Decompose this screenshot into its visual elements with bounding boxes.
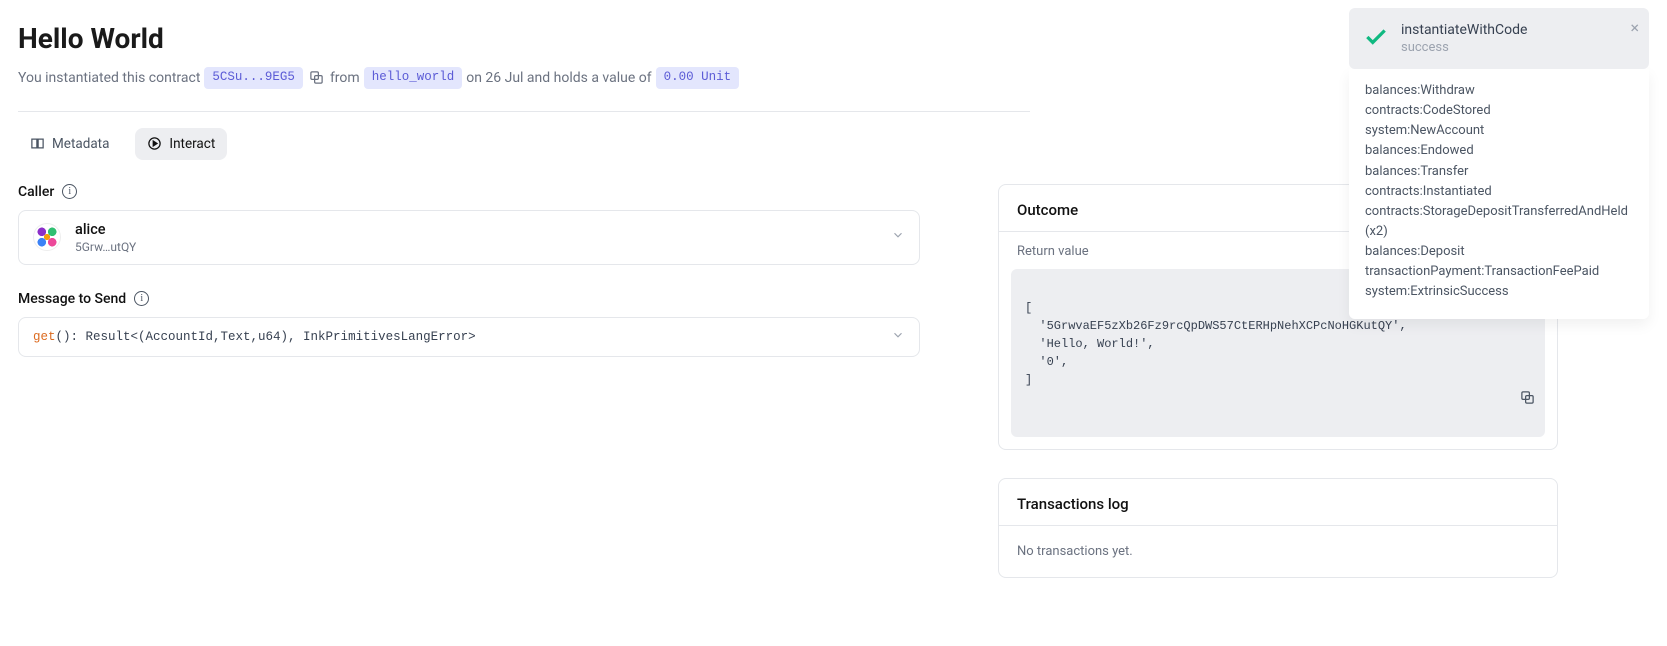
toast-event-item: balances:Transfer bbox=[1365, 162, 1633, 182]
check-icon bbox=[1363, 24, 1389, 54]
toast-notification: instantiateWithCode success × balances:W… bbox=[1349, 8, 1649, 319]
tab-metadata-label: Metadata bbox=[52, 136, 109, 152]
tab-metadata[interactable]: Metadata bbox=[18, 128, 121, 160]
message-label-text: Message to Send bbox=[18, 291, 126, 307]
copy-icon[interactable] bbox=[309, 70, 324, 85]
close-icon[interactable]: × bbox=[1630, 20, 1639, 36]
toast-event-item: balances:Deposit bbox=[1365, 242, 1633, 262]
book-icon bbox=[30, 136, 45, 151]
subline-date: on 26 Jul and holds a value of bbox=[466, 70, 651, 86]
toast-event-item: balances:Withdraw bbox=[1365, 81, 1633, 101]
chevron-down-icon bbox=[891, 228, 905, 246]
toast-title: instantiateWithCode bbox=[1401, 22, 1527, 38]
caller-label-text: Caller bbox=[18, 184, 54, 200]
toast-event-item: contracts:CodeStored bbox=[1365, 101, 1633, 121]
toast-event-item: balances:Endowed bbox=[1365, 141, 1633, 161]
message-dropdown[interactable]: get(): Result<(AccountId,Text,u64), InkP… bbox=[18, 317, 920, 357]
play-icon bbox=[147, 136, 162, 151]
toast-event-item: contracts:StorageDepositTransferredAndHe… bbox=[1365, 202, 1633, 242]
info-icon[interactable]: i bbox=[62, 184, 77, 199]
caller-label: Caller i bbox=[18, 184, 920, 200]
toast-event-item: system:NewAccount bbox=[1365, 121, 1633, 141]
tab-interact-label: Interact bbox=[169, 136, 215, 152]
divider bbox=[18, 111, 1030, 112]
message-sig: (): Result<(AccountId,Text,u64), InkPrim… bbox=[56, 330, 476, 344]
chevron-down-icon bbox=[891, 328, 905, 346]
info-icon[interactable]: i bbox=[134, 291, 149, 306]
toast-header: instantiateWithCode success × bbox=[1349, 8, 1649, 69]
message-label: Message to Send i bbox=[18, 291, 920, 307]
code-name-pill[interactable]: hello_world bbox=[364, 67, 463, 89]
subline-prefix: You instantiated this contract bbox=[18, 70, 200, 86]
transactions-log-card: Transactions log No transactions yet. bbox=[998, 478, 1558, 578]
identicon bbox=[33, 223, 61, 251]
caller-address: 5Grw…utQY bbox=[75, 240, 136, 254]
subline-from: from bbox=[330, 70, 360, 86]
transactions-log-header: Transactions log bbox=[999, 479, 1557, 525]
toast-event-item: contracts:Instantiated bbox=[1365, 182, 1633, 202]
caller-name: alice bbox=[75, 221, 136, 238]
toast-status: success bbox=[1401, 40, 1527, 55]
copy-icon[interactable] bbox=[1434, 372, 1535, 429]
balance-pill: 0.00 Unit bbox=[656, 67, 740, 89]
message-fn: get bbox=[33, 330, 56, 344]
caller-dropdown[interactable]: alice 5Grw…utQY bbox=[18, 210, 920, 265]
transactions-log-empty: No transactions yet. bbox=[999, 526, 1557, 577]
tab-interact[interactable]: Interact bbox=[135, 128, 227, 160]
contract-address-pill[interactable]: 5CSu...9EG5 bbox=[204, 67, 303, 89]
toast-event-item: system:ExtrinsicSuccess bbox=[1365, 282, 1633, 302]
toast-event-item: transactionPayment:TransactionFeePaid bbox=[1365, 262, 1633, 282]
toast-events-list: balances:Withdrawcontracts:CodeStoredsys… bbox=[1349, 69, 1649, 319]
